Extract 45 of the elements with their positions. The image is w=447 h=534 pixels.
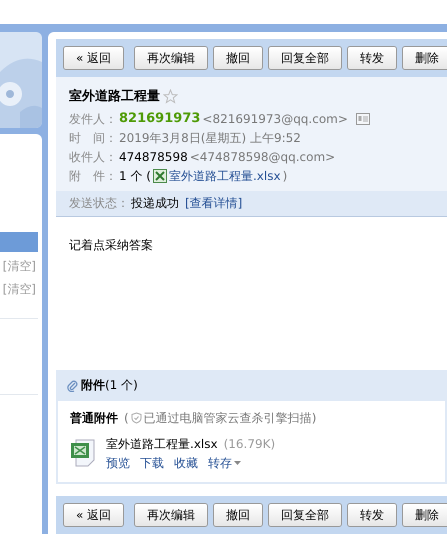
attachments-title: 附件(1 个): [81, 376, 138, 394]
sent-time: 2019年3月8日(星期五) 上午9:52: [119, 130, 301, 147]
star-icon[interactable]: [163, 88, 178, 104]
toolbar-button[interactable]: 删除: [402, 46, 447, 70]
paren-text: (: [124, 410, 129, 427]
status-label: 发送状态：: [69, 195, 129, 212]
sender-name: 821691973: [119, 110, 200, 128]
file-action-link[interactable]: 转存: [208, 454, 232, 472]
file-action-link[interactable]: 预览: [106, 454, 130, 472]
sender-address: <821691973@qq.com>: [202, 111, 348, 128]
mail-body: 记着点采纳答案: [69, 238, 153, 252]
back-button[interactable]: « 返回: [63, 503, 124, 527]
attachment-count: 1 个 (: [119, 168, 151, 185]
field-label: 时 间：: [69, 130, 117, 147]
recipient-name: 474878598: [119, 149, 188, 166]
paperclip-icon: [66, 378, 78, 392]
recipient-address: <474878598@qq.com>: [190, 149, 336, 166]
shield-icon: [130, 412, 142, 424]
file-action-link[interactable]: 下载: [140, 454, 164, 472]
status-value: 投递成功: [131, 195, 179, 212]
caret-icon[interactable]: [234, 461, 241, 466]
back-button[interactable]: « 返回: [63, 46, 124, 70]
attachment-link[interactable]: 室外道路工程量.xlsx: [168, 167, 281, 185]
toolbar-button[interactable]: 回复全部: [268, 503, 342, 527]
toolbar-button[interactable]: 回复全部: [268, 46, 342, 70]
toolbar-button[interactable]: 撤回: [213, 46, 264, 70]
file-name: 室外道路工程量.xlsx: [106, 436, 218, 453]
toolbar-button[interactable]: 删除: [402, 503, 447, 527]
file-size: (16.79K): [224, 436, 276, 453]
scan-note: 已通过电脑管家云查杀引擎扫描): [144, 410, 316, 427]
contact-card-icon[interactable]: [356, 113, 370, 125]
toolbar-button[interactable]: 撤回: [213, 503, 264, 527]
spreadsheet-file-icon: [152, 169, 167, 183]
details-link[interactable]: [查看详情]: [185, 195, 242, 212]
mail-subject: 室外道路工程量: [69, 88, 160, 105]
toolbar-button[interactable]: 转发: [347, 503, 398, 527]
field-label: 收件人：: [69, 149, 117, 166]
attachment-group: 普通附件: [70, 408, 118, 427]
paren-text: ): [282, 168, 288, 185]
toolbar-button[interactable]: 转发: [347, 46, 398, 70]
file-action-link[interactable]: 收藏: [174, 454, 198, 472]
field-label: 发件人：: [69, 111, 117, 128]
field-label: 附 件：: [69, 168, 117, 185]
toolbar-button[interactable]: 再次编辑: [134, 503, 208, 527]
toolbar-button[interactable]: 再次编辑: [134, 46, 208, 70]
